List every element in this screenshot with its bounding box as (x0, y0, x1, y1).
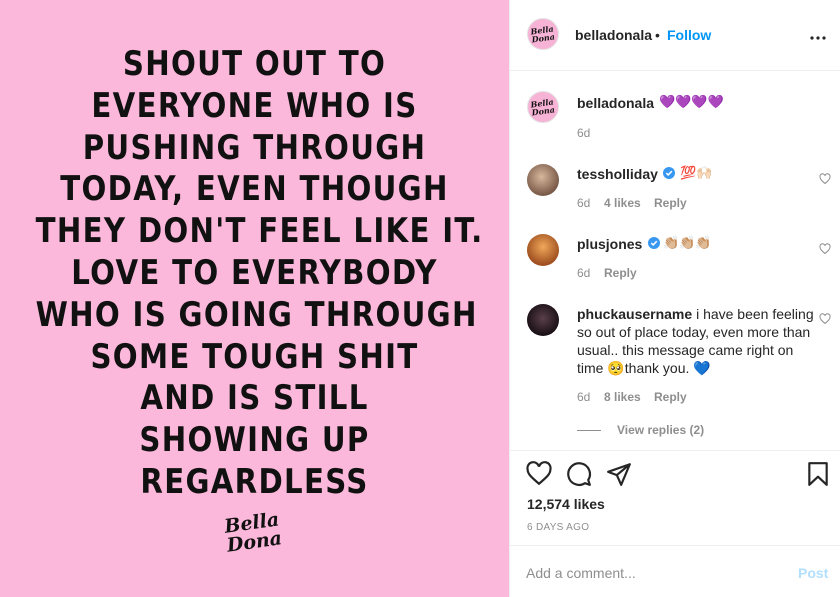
comment-username[interactable]: phuckausername (577, 306, 692, 322)
avatar[interactable] (527, 234, 559, 266)
more-options-icon[interactable] (810, 24, 826, 45)
reply-button[interactable]: Reply (654, 390, 687, 404)
separator-dot: • (655, 27, 660, 43)
heart-icon[interactable] (819, 243, 831, 255)
quote-line: PUSHING THROUGH (82, 127, 427, 168)
quote-line: THEY DON'T FEEL LIKE IT. (35, 211, 484, 252)
quote-line: SOME TOUGH SHIT (90, 336, 419, 377)
quote-line: AND IS STILL (140, 378, 369, 419)
quote-line: WHO IS GOING THROUGH (35, 294, 478, 335)
verified-badge-icon (648, 237, 660, 249)
view-replies-line (577, 430, 601, 431)
post-quote: SHOUT OUT TO EVERYONE WHO IS PUSHING THR… (35, 44, 484, 504)
caption-username[interactable]: belladonala (577, 95, 654, 111)
likes-count[interactable]: 12,574 likes (527, 496, 605, 512)
comment-text: 👏🏼👏🏼👏🏼 (663, 235, 712, 250)
avatar[interactable] (527, 304, 559, 336)
comment-time[interactable]: 6d (577, 196, 590, 210)
comment-body: phuckausername i have been feeling so ou… (577, 305, 822, 377)
post-button[interactable]: Post (798, 565, 828, 581)
like-heart-icon[interactable] (526, 461, 552, 487)
reply-button[interactable]: Reply (654, 196, 687, 210)
follow-button[interactable]: Follow (667, 27, 711, 43)
reply-button[interactable]: Reply (604, 266, 637, 280)
quote-line: TODAY, EVEN THOUGH (60, 169, 449, 210)
bookmark-icon[interactable] (805, 461, 831, 487)
quote-line: SHOUT OUT TO (122, 44, 387, 84)
header-username[interactable]: belladonala (575, 27, 652, 43)
avatar[interactable]: Bella Dona (527, 91, 559, 123)
quote-line: REGARDLESS (140, 461, 369, 502)
add-comment-input[interactable] (526, 565, 776, 581)
comment-username[interactable]: tessholliday (577, 166, 658, 182)
share-icon[interactable] (606, 461, 632, 487)
heart-icon[interactable] (819, 173, 831, 185)
comment-time[interactable]: 6d (577, 266, 590, 280)
actions-divider (510, 450, 840, 451)
verified-badge-icon (663, 167, 675, 179)
brand-logo-mini: Bella Dona (530, 23, 556, 45)
add-comment-bar: Post (510, 545, 840, 597)
post-date[interactable]: 6 DAYS AGO (527, 522, 589, 533)
caption-text: 💜💜💜💜 (659, 94, 724, 109)
avatar[interactable] (527, 164, 559, 196)
comment-icon[interactable] (566, 461, 592, 487)
comment-likes[interactable]: 4 likes (604, 196, 641, 210)
post-image[interactable]: SHOUT OUT TO EVERYONE WHO IS PUSHING THR… (0, 0, 509, 597)
post-side-panel: Bella Dona belladonala • Follow Bella Dona… (509, 0, 840, 597)
comment-text: 💯🙌🏻 (680, 165, 713, 180)
caption-time[interactable]: 6d (577, 126, 590, 140)
heart-icon[interactable] (819, 313, 831, 325)
comment-likes[interactable]: 8 likes (604, 390, 641, 404)
comment-username[interactable]: plusjones (577, 236, 642, 252)
quote-line: LOVE TO EVERYBODY (71, 252, 438, 293)
quote-line: EVERYONE WHO IS (91, 85, 418, 126)
view-replies-button[interactable]: View replies (2) (617, 423, 704, 437)
brand-logo-mini: Bella Dona (530, 96, 556, 118)
brand-logo: Bella Dona (219, 508, 289, 568)
avatar[interactable]: Bella Dona (527, 18, 559, 50)
comment-time[interactable]: 6d (577, 390, 590, 404)
quote-line: SHOWING UP (139, 420, 370, 461)
post-header: Bella Dona belladonala • Follow (510, 0, 840, 71)
